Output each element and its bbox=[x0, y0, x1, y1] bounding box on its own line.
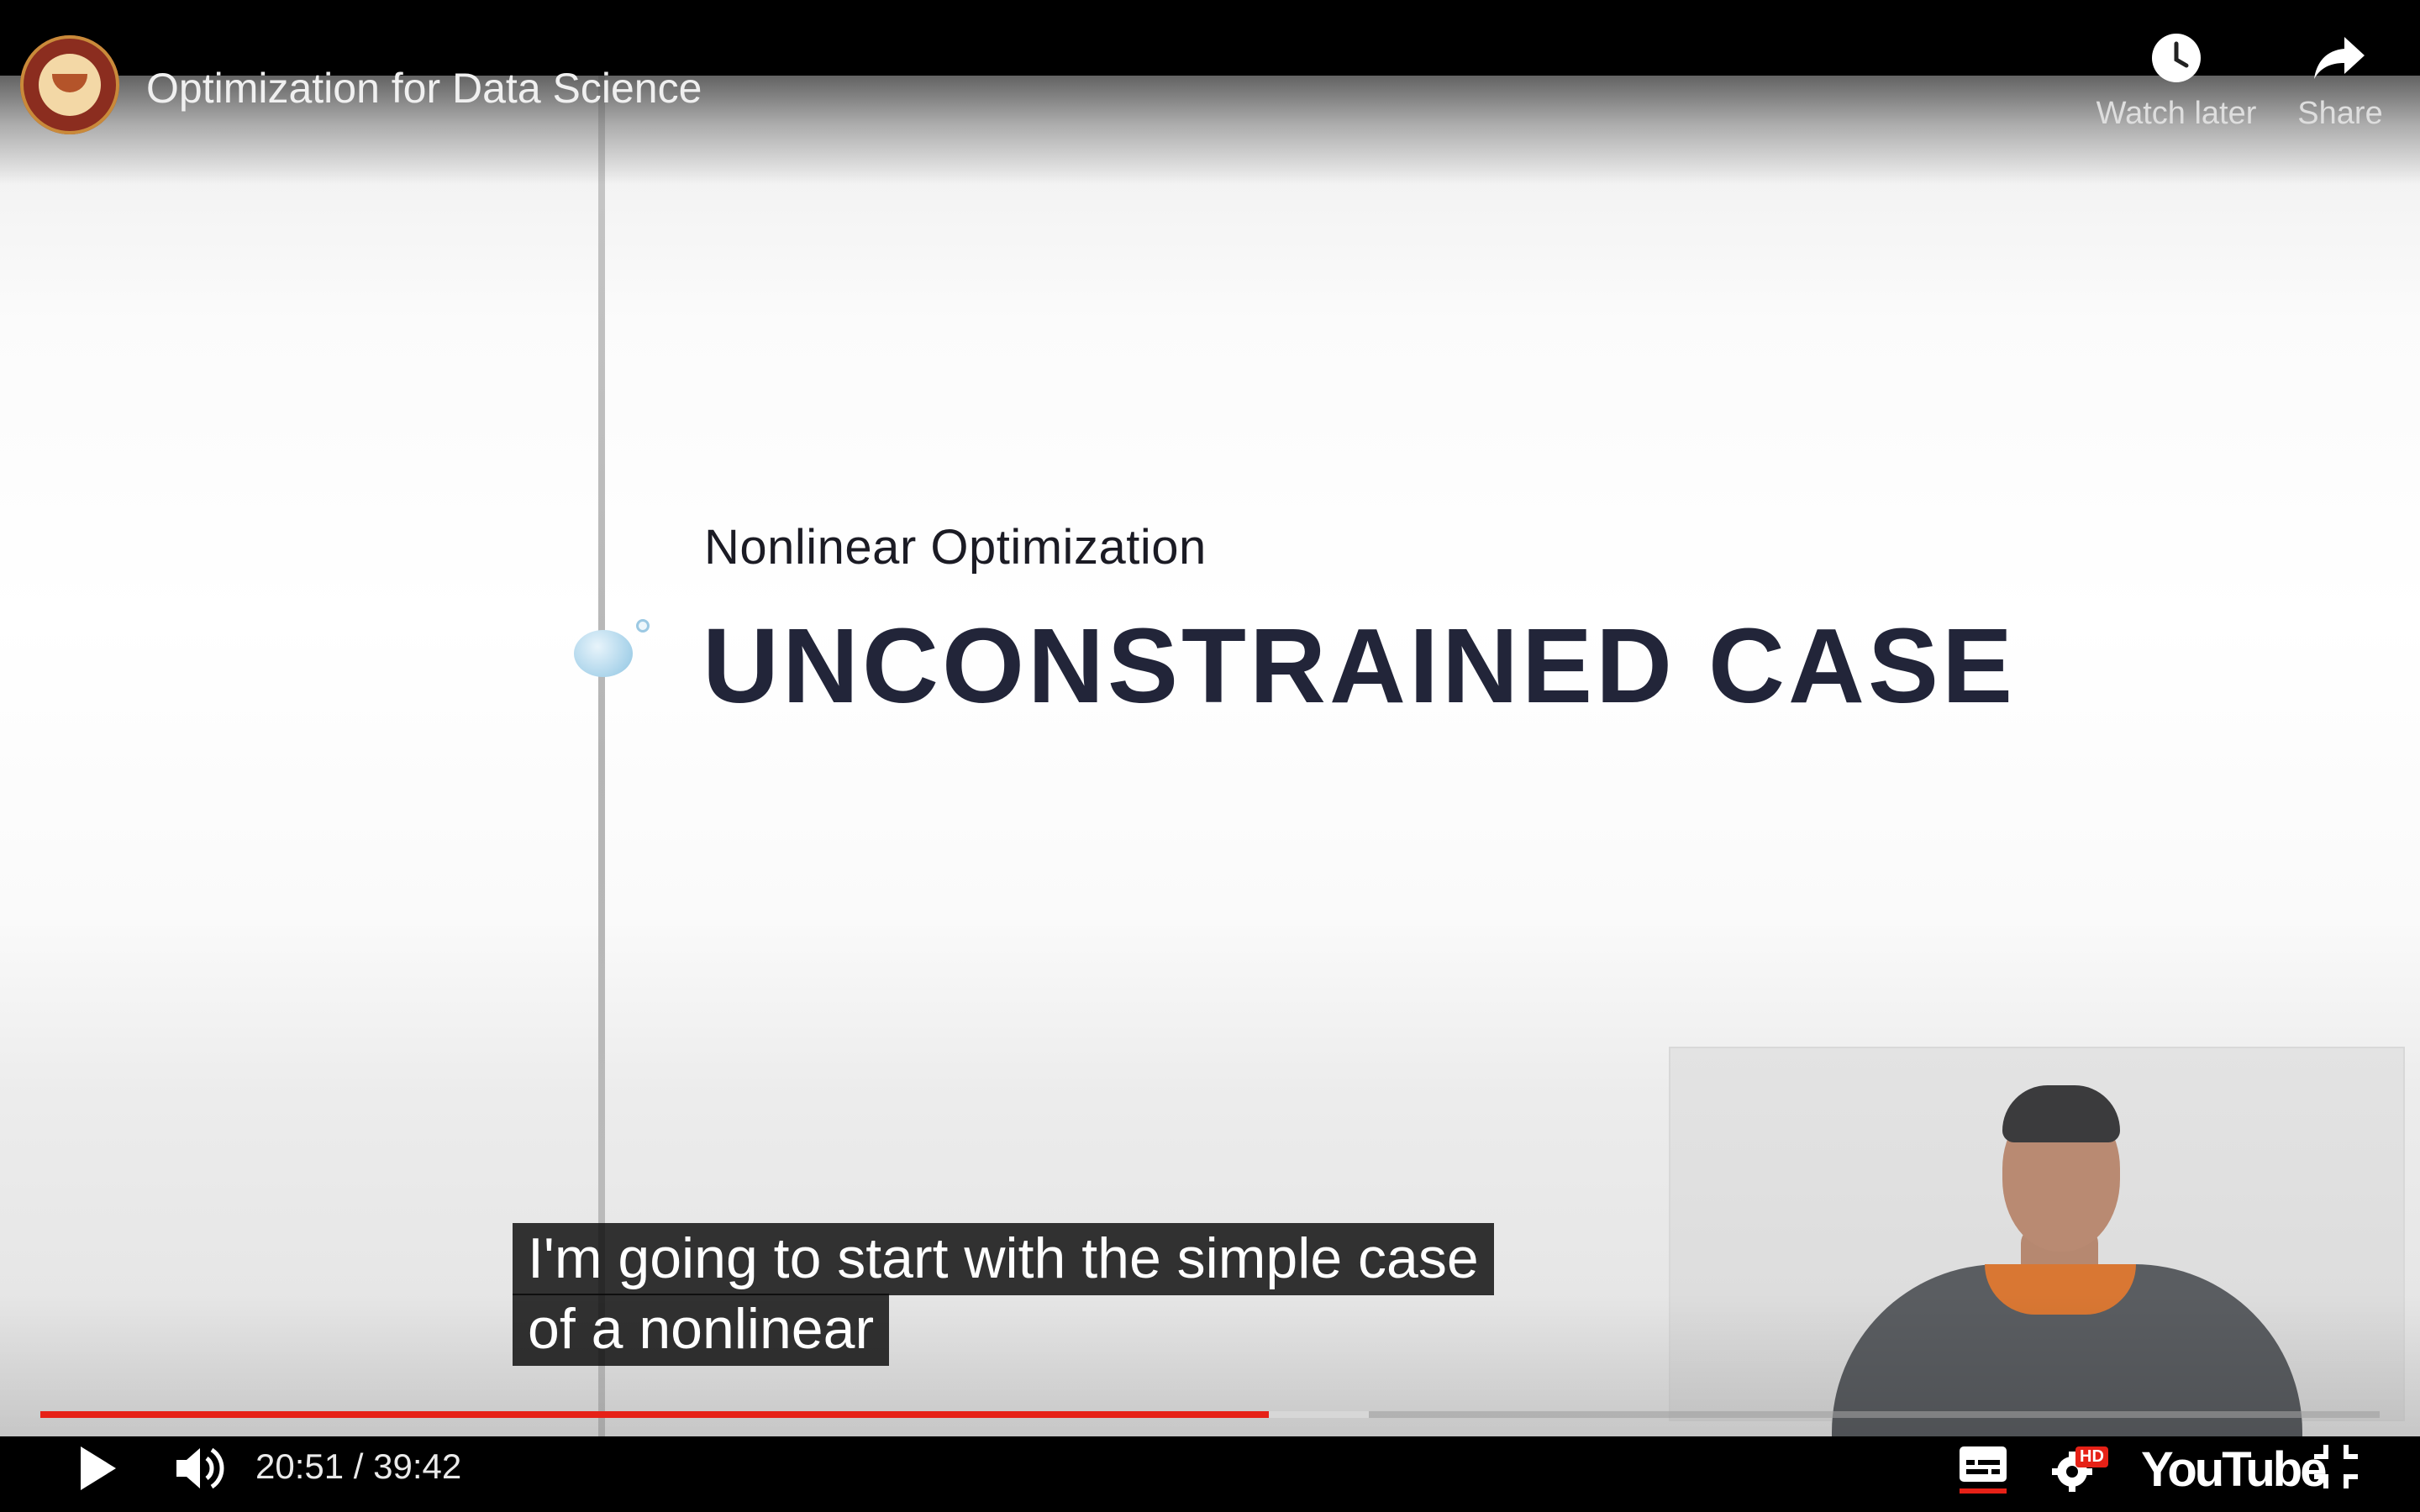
share-button[interactable]: Share bbox=[2277, 32, 2403, 132]
clock-icon bbox=[2152, 34, 2201, 82]
volume-icon[interactable] bbox=[173, 1443, 229, 1494]
slide-bubble-decoration bbox=[574, 630, 633, 677]
slide-small-bubble-decoration bbox=[636, 619, 650, 633]
slide-title: UNCONSTRAINED CASE bbox=[702, 606, 2017, 725]
video-title-link[interactable]: Optimization for Data Science bbox=[146, 64, 702, 113]
share-arrow-icon bbox=[2314, 37, 2365, 79]
watch-later-button[interactable]: Watch later bbox=[2084, 32, 2269, 132]
youtube-logo[interactable]: YouTube bbox=[2141, 1441, 2327, 1498]
channel-logo-icon[interactable] bbox=[20, 35, 119, 134]
watch-later-label: Watch later bbox=[2096, 96, 2257, 131]
time-display: 20:51 / 39:42 bbox=[255, 1446, 462, 1486]
caption-line-2: of a nonlinear bbox=[513, 1294, 890, 1366]
exit-fullscreen-icon[interactable] bbox=[2312, 1443, 2360, 1490]
slide-subtitle: Nonlinear Optimization bbox=[704, 520, 1207, 575]
caption-line-1: I'm going to start with the simple case bbox=[513, 1223, 1494, 1295]
hd-badge: HD bbox=[2075, 1446, 2108, 1467]
subtitles-icon[interactable] bbox=[1958, 1443, 2008, 1495]
share-label: Share bbox=[2297, 96, 2383, 131]
progress-played bbox=[40, 1411, 1269, 1418]
play-icon[interactable] bbox=[77, 1443, 119, 1494]
